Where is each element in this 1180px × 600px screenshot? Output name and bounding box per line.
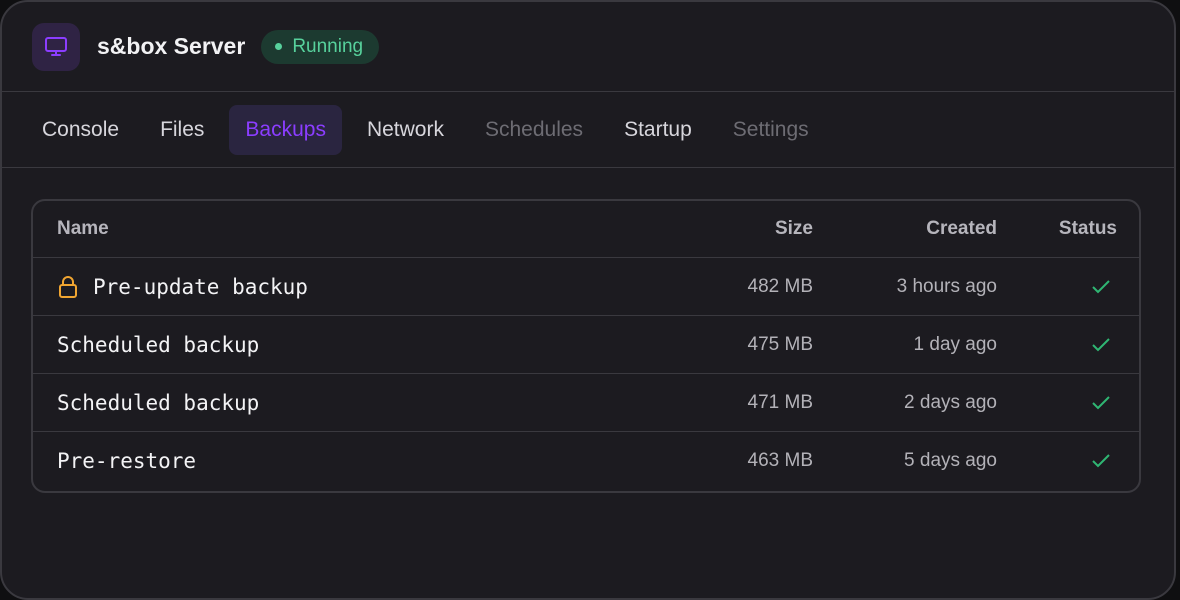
status-text: Running bbox=[292, 35, 364, 57]
backup-created: 5 days ago bbox=[904, 450, 997, 471]
backup-size: 482 MB bbox=[747, 275, 813, 297]
tab-bar: Console Files Backups Network Schedules … bbox=[2, 92, 1174, 168]
server-title: s&box Server bbox=[97, 33, 246, 59]
tab-settings: Settings bbox=[732, 117, 809, 141]
backup-name: Scheduled backup bbox=[57, 390, 260, 415]
table-row[interactable]: Pre-update backup 482 MB 3 hours ago bbox=[33, 258, 1139, 316]
column-header-created[interactable]: Created bbox=[926, 201, 997, 257]
backup-name: Pre-restore bbox=[57, 449, 197, 473]
backup-size: 463 MB bbox=[747, 450, 813, 471]
check-icon bbox=[1091, 279, 1111, 295]
tab-backups[interactable]: Backups bbox=[229, 104, 342, 155]
status-badge: Running bbox=[261, 29, 380, 64]
column-header-status[interactable]: Status bbox=[1059, 201, 1117, 257]
backup-created: 1 day ago bbox=[913, 333, 997, 355]
table-row[interactable]: Scheduled backup 471 MB 2 days ago bbox=[33, 374, 1139, 432]
table-row[interactable]: Pre-restore 463 MB 5 days ago bbox=[33, 432, 1139, 490]
backup-name: Scheduled backup bbox=[57, 332, 260, 357]
monitor-icon bbox=[32, 22, 80, 71]
check-icon bbox=[1091, 337, 1111, 353]
backup-created: 3 hours ago bbox=[896, 275, 997, 297]
backup-size: 475 MB bbox=[747, 333, 813, 355]
backup-size: 471 MB bbox=[747, 391, 813, 413]
tab-console[interactable]: Console bbox=[26, 105, 135, 155]
column-header-size[interactable]: Size bbox=[775, 201, 813, 257]
tab-startup[interactable]: Startup bbox=[608, 105, 708, 155]
table-header: Name Size Created Status bbox=[33, 201, 1139, 258]
column-header-name[interactable]: Name bbox=[57, 201, 109, 257]
status-dot-icon bbox=[275, 43, 283, 50]
tab-network[interactable]: Network bbox=[351, 105, 460, 155]
lock-icon bbox=[57, 275, 79, 299]
tab-files[interactable]: Files bbox=[144, 105, 220, 155]
backup-name: Pre-update backup bbox=[93, 274, 308, 299]
check-icon bbox=[1091, 453, 1111, 469]
check-icon bbox=[1091, 395, 1111, 411]
backups-table: Name Size Created Status Pre-update back… bbox=[31, 199, 1141, 493]
tab-schedules: Schedules bbox=[484, 117, 584, 141]
table-row[interactable]: Scheduled backup 475 MB 1 day ago bbox=[33, 316, 1139, 374]
backup-created: 2 days ago bbox=[904, 391, 997, 413]
server-header: s&box Server Running bbox=[2, 2, 1174, 92]
